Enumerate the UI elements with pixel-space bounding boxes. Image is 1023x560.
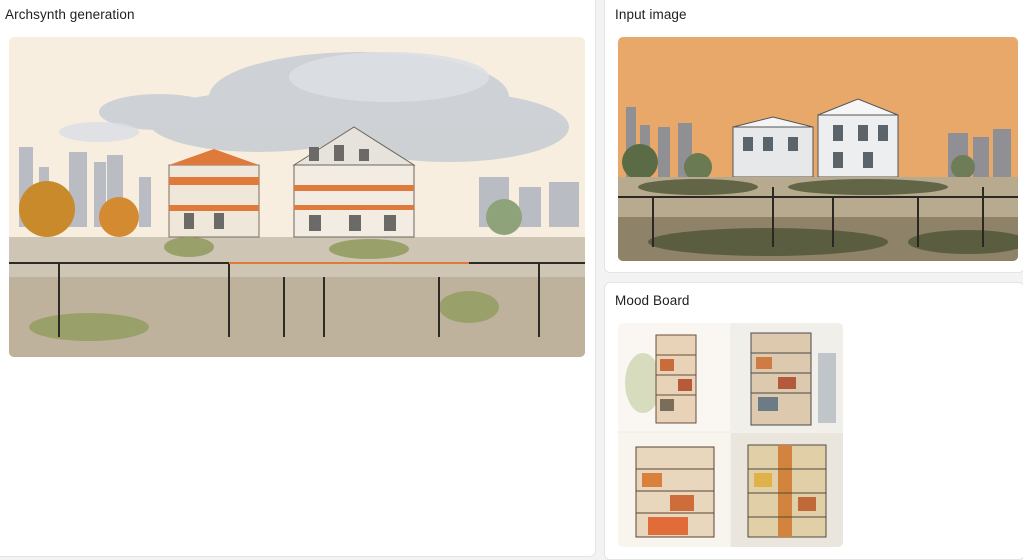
mood-tile-2	[731, 323, 843, 431]
mood-board-graphic	[618, 323, 843, 547]
input-image-panel: Input image	[604, 0, 1023, 273]
mood-tile-1	[618, 323, 730, 431]
mood-tile-4	[731, 433, 843, 547]
input-panel-title: Input image	[615, 7, 687, 22]
generated-render-graphic	[9, 37, 585, 357]
archsynth-generation-panel: Archsynth generation	[0, 0, 596, 557]
generated-render-image[interactable]	[9, 37, 585, 357]
mood-panel-title: Mood Board	[615, 293, 690, 308]
mood-board-panel: Mood Board	[604, 282, 1023, 560]
mood-board-collage[interactable]	[618, 323, 843, 547]
mood-tile-3	[618, 433, 730, 547]
input-site-image[interactable]	[618, 37, 1018, 261]
input-site-graphic	[618, 37, 1018, 261]
generation-panel-title: Archsynth generation	[5, 7, 135, 22]
